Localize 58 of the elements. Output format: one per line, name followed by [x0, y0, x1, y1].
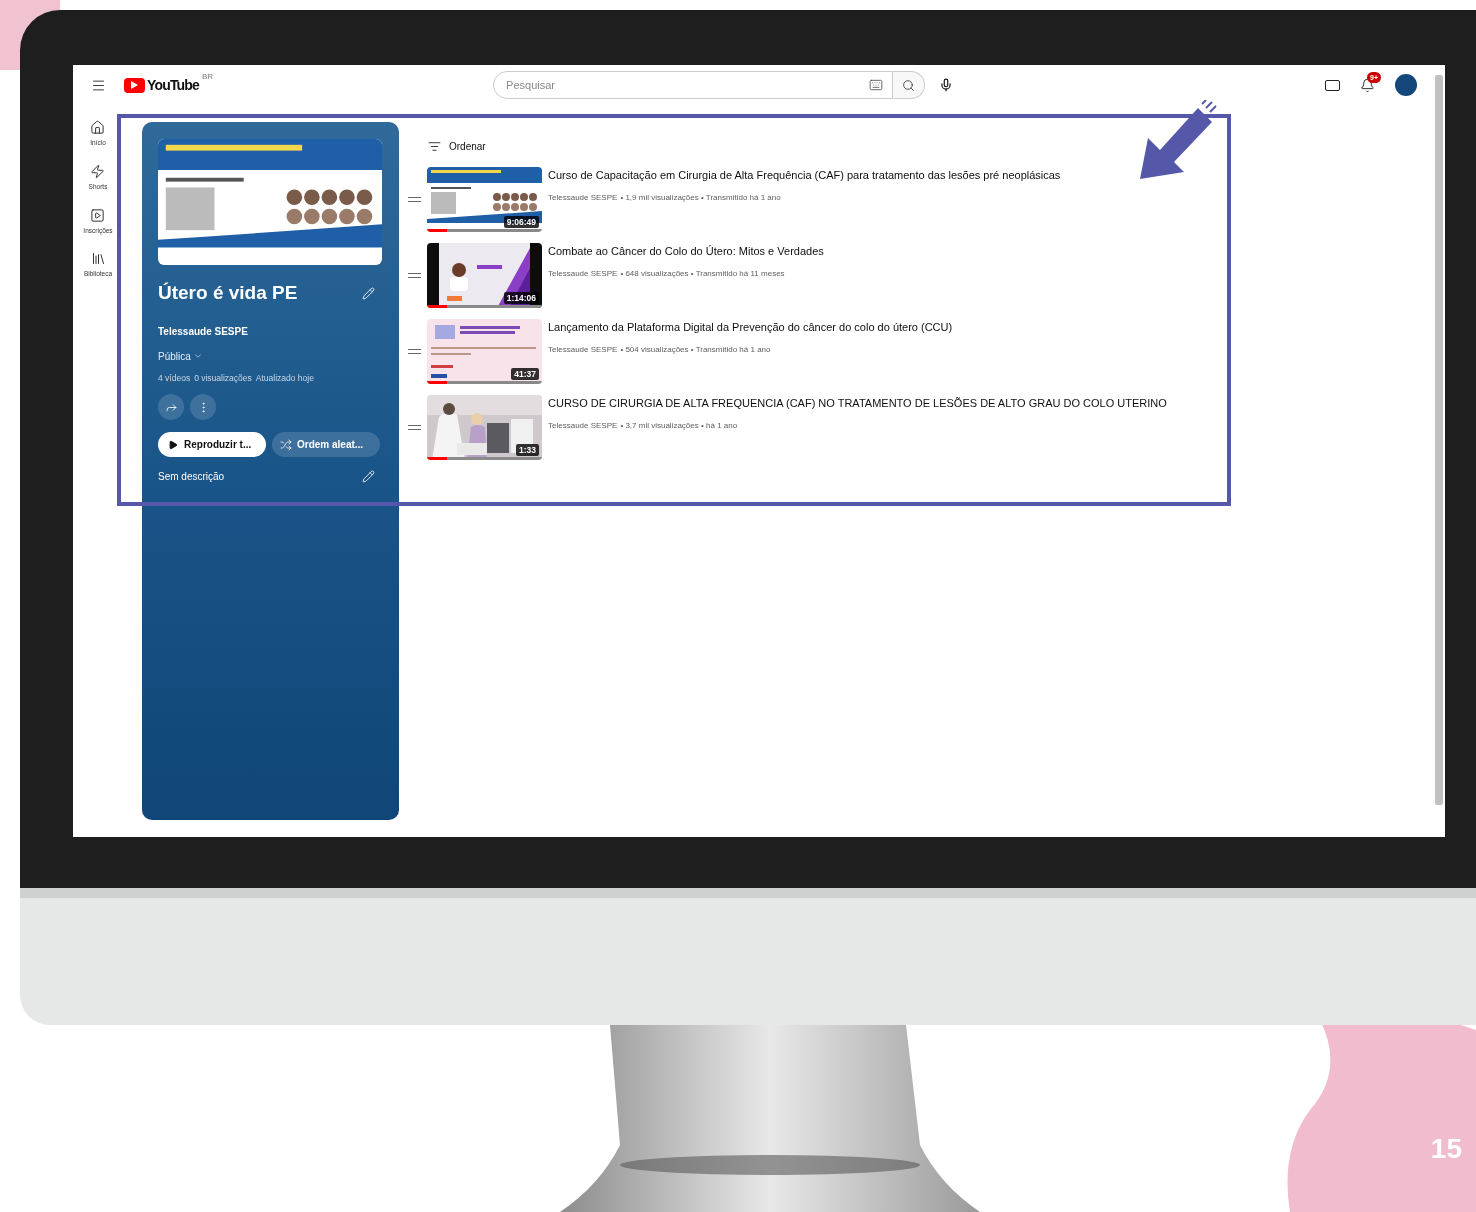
search-icon — [902, 78, 916, 92]
playlist-video-row[interactable]: 1:33 CURSO DE CIRURGIA DE ALTA FREQUENCIA (CAF) NO TRATAMENTO DE LESÕES DE ALTO GRAU DO COLO UTERINO Telessaude SESPE • 3,7 mil visualizações • há 1 ano — [408, 395, 1167, 460]
video-meta: • 648 visualizações • Transmitido há 11 meses — [620, 267, 785, 280]
video-duration: 9:06:49 — [503, 216, 539, 228]
channel-link[interactable]: Telessaude SESPE — [548, 343, 618, 356]
video-meta: • 504 visualizações • Transmitido há 1 ano — [620, 343, 771, 356]
play-all-button[interactable]: Reproduzir t... — [158, 432, 266, 458]
logo-icon — [124, 77, 145, 93]
microphone-icon[interactable] — [939, 78, 954, 92]
menu-icon[interactable] — [91, 77, 106, 93]
playlist-stat: 4 vídeos — [158, 371, 191, 385]
playlist-description: Sem descrição — [158, 470, 225, 485]
drag-handle-icon[interactable] — [408, 425, 421, 430]
channel-link[interactable]: Telessaude SESPE — [548, 267, 618, 280]
video-duration: 41:37 — [511, 368, 539, 380]
sort-icon — [428, 140, 441, 153]
playlist-stat: 0 visualizações — [194, 371, 252, 385]
video-title[interactable]: Combate ao Câncer do Colo do Útero: Mitos e Verdades — [548, 243, 824, 260]
logo-region: BR — [201, 70, 214, 83]
playlist-video-row[interactable]: 41:37 Lançamento da Plataforma Digital da Prevenção do câncer do colo do útero (CCU) Telessaude SESPE • 504 visualizações • Transmitido há 1 ano — [408, 319, 1167, 384]
playlist-title: Útero é vida PE — [158, 281, 298, 305]
shuffle-button[interactable]: Ordem aleat... — [272, 432, 380, 458]
keyboard-icon[interactable] — [869, 78, 884, 92]
edit-icon[interactable] — [362, 286, 375, 300]
video-title[interactable]: CURSO DE CIRURGIA DE ALTA FREQUENCIA (CAF) NO TRATAMENTO DE LESÕES DE ALTO GRAU DO COLO UTERINO — [548, 395, 1167, 412]
scrollbar[interactable] — [1435, 75, 1443, 805]
video-duration: 1:33 — [516, 444, 539, 456]
drag-handle-icon[interactable] — [408, 349, 421, 354]
playlist-stat: Atualizado hoje — [255, 371, 314, 385]
shuffle-icon — [280, 438, 292, 451]
video-title[interactable]: Lançamento da Plataforma Digital da Prevenção do câncer do colo do útero (CCU) — [548, 319, 953, 336]
chevron-down-icon — [192, 351, 203, 361]
playlist-owner[interactable]: Telessaude SESPE — [158, 323, 383, 339]
search-button[interactable] — [893, 71, 926, 99]
library-icon — [90, 251, 106, 267]
home-icon — [90, 120, 106, 135]
sort-button[interactable]: Ordenar — [428, 139, 486, 154]
drag-handle-icon[interactable] — [408, 197, 421, 202]
slide-page-number: 15 — [1430, 1132, 1462, 1166]
video-meta: • 1,9 mil visualizações • Transmitido há 1 ano — [620, 191, 781, 204]
video-duration: 1:14:06 — [503, 292, 539, 304]
visibility-dropdown[interactable]: Pública — [158, 348, 203, 364]
avatar-icon[interactable] — [1395, 74, 1417, 96]
drag-handle-icon[interactable] — [408, 273, 421, 278]
playlist-video-row[interactable]: 1:14:06 Combate ao Câncer do Colo do Útero: Mitos e Verdades Telessaude SESPE • 648 visualizações • Transmitido há 11 meses — [408, 243, 1167, 308]
arrow-icon — [1140, 100, 1217, 179]
share-button[interactable] — [158, 394, 184, 421]
play-square-icon — [90, 207, 106, 223]
video-meta: • 3,7 mil visualizações • há 1 ano — [620, 419, 738, 432]
playlist-video-row[interactable]: 9:06:49 Curso de Capacitação em Cirurgia de Alta Frequência (CAF) para tratamento das lesões pré neoplásicas Telessaude SESPE • 1,9 mil visualizações • Transmitido há 1 ano — [408, 167, 1167, 232]
logo-wordmark: YouTube — [147, 77, 199, 93]
lightning-icon — [90, 163, 106, 179]
play-icon — [168, 439, 178, 450]
search-field[interactable]: Pesquisar — [493, 71, 894, 99]
channel-link[interactable]: Telessaude SESPE — [548, 191, 618, 204]
video-title[interactable]: Curso de Capacitação em Cirurgia de Alta Frequência (CAF) para tratamento das lesões pré neoplásicas — [548, 167, 1061, 184]
channel-link[interactable]: Telessaude SESPE — [548, 419, 618, 432]
edit-icon[interactable] — [362, 470, 375, 484]
